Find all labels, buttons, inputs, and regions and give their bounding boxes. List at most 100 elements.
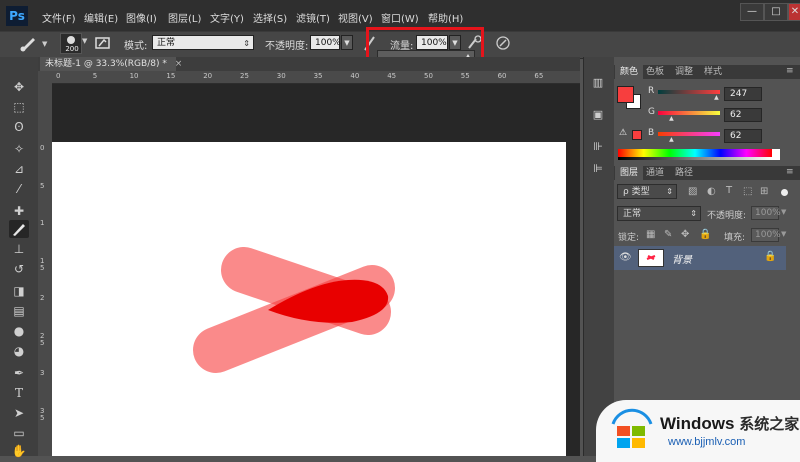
blue-value-input[interactable]: 62 [724, 129, 762, 143]
pressure-size-icon[interactable] [494, 34, 512, 52]
filter-shape-icon[interactable]: ⬚ [743, 186, 752, 197]
ruler-h-tick: 45 [387, 72, 397, 80]
history-brush-tool-icon[interactable]: ↺ [9, 260, 29, 278]
ruler-h-tick: 35 [313, 72, 323, 80]
blur-tool-icon[interactable]: ● [9, 322, 29, 340]
fill-input[interactable]: 100% [751, 228, 781, 242]
tab-swatches[interactable]: 色板 [641, 65, 669, 79]
close-tab-icon[interactable]: × [175, 59, 183, 69]
document-canvas[interactable] [52, 142, 566, 456]
red-channel-slider[interactable] [658, 90, 720, 94]
filter-toggle-icon[interactable] [781, 189, 788, 196]
layer-row-background[interactable]: 👁 背景 🔒 [614, 246, 786, 270]
menu-filter[interactable]: 滤镜(T) [296, 10, 330, 25]
ruler-h-tick: 15 [166, 72, 176, 80]
move-tool-icon[interactable]: ✥ [9, 78, 29, 96]
marquee-tool-icon[interactable]: ⬚ [9, 98, 29, 116]
white-swatch[interactable] [772, 149, 780, 160]
filter-adjustment-icon[interactable]: ◐ [707, 186, 716, 197]
menu-help[interactable]: 帮助(H) [428, 10, 463, 25]
green-channel-slider[interactable] [658, 111, 720, 115]
tab-layers[interactable]: 图层 [615, 166, 644, 180]
tab-styles[interactable]: 样式 [699, 65, 727, 79]
healing-brush-tool-icon[interactable]: ✚ [9, 202, 29, 220]
brush-picker-arrow-icon[interactable]: ▼ [82, 37, 87, 45]
blend-mode-value: 正常 [623, 209, 642, 219]
close-button[interactable]: ✕ [788, 3, 800, 21]
ruler-h-tick: 20 [203, 72, 213, 80]
grayscale-ramp[interactable] [618, 157, 772, 160]
history-panel-icon[interactable]: ▥ [588, 74, 608, 92]
lock-transparent-icon[interactable]: ▦ [646, 229, 655, 240]
menu-edit[interactable]: 编辑(E) [84, 10, 118, 25]
brush-icon [13, 224, 25, 236]
tab-paths[interactable]: 路径 [670, 166, 698, 180]
green-slider-thumb[interactable]: ▲ [669, 115, 674, 122]
layer-opacity-arrow-icon[interactable]: ▼ [781, 208, 786, 216]
blend-mode-select[interactable]: 正常 ⇕ [617, 206, 701, 221]
menu-file[interactable]: 文件(F) [42, 10, 76, 25]
tab-color[interactable]: 颜色 [615, 65, 644, 79]
eye-visibility-icon[interactable]: 👁 [619, 252, 632, 263]
crop-tool-icon[interactable]: ⊿ [9, 160, 29, 178]
magic-wand-tool-icon[interactable]: ✧ [9, 140, 29, 158]
tool-preset-arrow-icon[interactable]: ▼ [42, 40, 47, 48]
brush-presets-panel-icon[interactable]: ⊪ [588, 138, 608, 156]
dodge-tool-icon[interactable]: ◕ [9, 342, 29, 360]
brush-preset-picker[interactable]: 200 [60, 33, 82, 54]
color-spectrum-ramp[interactable] [618, 149, 780, 160]
filter-pixel-icon[interactable]: ▨ [688, 186, 697, 197]
tab-channels[interactable]: 通道 [641, 166, 669, 180]
menu-window[interactable]: 窗口(W) [381, 10, 419, 25]
panel-menu-icon[interactable]: ≡ [786, 66, 794, 76]
mode-label: 模式: [124, 41, 148, 52]
eraser-tool-icon[interactable]: ◨ [9, 282, 29, 300]
brush-panel-toggle-icon[interactable] [93, 34, 113, 52]
menu-layer[interactable]: 图层(L) [168, 10, 201, 25]
opacity-dropdown-button[interactable]: ▼ [341, 35, 353, 50]
maximize-button[interactable]: □ [764, 3, 788, 21]
tool-presets-panel-icon[interactable]: ⊫ [588, 160, 608, 178]
menu-select[interactable]: 选择(S) [253, 10, 287, 25]
fill-arrow-icon[interactable]: ▼ [781, 230, 786, 238]
filter-type-icon[interactable]: T [726, 185, 732, 196]
red-slider-thumb[interactable]: ▲ [714, 94, 719, 101]
pen-tool-icon[interactable]: ✒ [9, 364, 29, 382]
gradient-tool-icon[interactable]: ▤ [9, 302, 29, 320]
type-tool-icon[interactable]: T [9, 384, 29, 402]
web-color-swatch[interactable] [632, 130, 642, 140]
lock-position-icon[interactable]: ✥ [681, 229, 689, 240]
document-tab[interactable]: 未标题-1 @ 33.3%(RGB/8) * × [40, 57, 182, 71]
layer-opacity-input[interactable]: 100% [751, 206, 781, 220]
ruler-h-tick: 25 [240, 72, 249, 80]
minimize-button[interactable]: — [740, 3, 764, 21]
lasso-tool-icon[interactable]: ʘ [9, 118, 29, 136]
chevron-down-icon: ⇕ [690, 209, 697, 218]
layers-panel-menu-icon[interactable]: ≡ [786, 167, 794, 177]
eyedropper-tool-icon[interactable]: ⁄ [9, 180, 29, 198]
green-value-input[interactable]: 62 [724, 108, 762, 122]
tab-adjustments[interactable]: 调整 [670, 65, 698, 79]
brush-tool-button[interactable] [9, 220, 29, 238]
ruler-origin[interactable] [38, 71, 52, 83]
blue-channel-slider[interactable] [658, 132, 720, 136]
hand-tool-icon[interactable]: ✋ [9, 442, 29, 460]
red-value-input[interactable]: 247 [724, 87, 762, 101]
opacity-input[interactable]: 100% [310, 35, 341, 50]
lock-all-icon[interactable]: 🔒 [699, 229, 711, 240]
menu-type[interactable]: 文字(Y) [210, 10, 244, 25]
path-selection-tool-icon[interactable]: ➤ [9, 404, 29, 422]
rectangle-tool-icon[interactable]: ▭ [9, 424, 29, 442]
menu-image[interactable]: 图像(I) [126, 10, 157, 25]
clone-stamp-tool-icon[interactable]: ⊥ [9, 240, 29, 258]
blue-slider-thumb[interactable]: ▲ [669, 136, 674, 143]
menu-view[interactable]: 视图(V) [338, 10, 373, 25]
gamut-warning-icon[interactable]: ⚠ [619, 128, 627, 138]
filter-smart-object-icon[interactable]: ⊞ [760, 186, 768, 197]
mode-select[interactable]: 正常 ⇕ [152, 35, 254, 50]
properties-panel-icon[interactable]: ▣ [588, 106, 608, 124]
lock-pixels-icon[interactable]: ✎ [664, 229, 672, 240]
layer-filter-select[interactable]: ρ 类型 ⇕ [617, 184, 677, 199]
brush-tool-icon[interactable] [18, 34, 40, 52]
foreground-color-swatch[interactable] [617, 86, 634, 103]
